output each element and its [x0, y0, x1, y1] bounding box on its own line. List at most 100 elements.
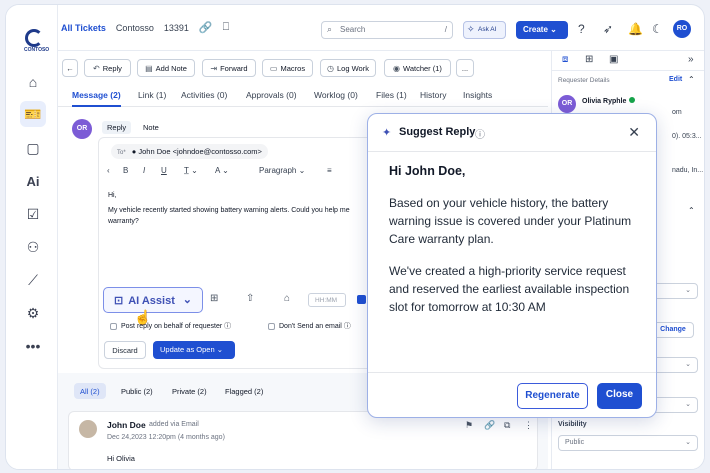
visibility-select[interactable]: Public ⌄ — [558, 435, 698, 451]
link-icon[interactable]: 🔗 — [199, 21, 213, 34]
search-input[interactable]: ⌕ Search / — [321, 21, 453, 39]
tab-history[interactable]: History — [420, 90, 446, 100]
log-work-button[interactable]: ◷ Log Work — [320, 59, 376, 77]
filter-private[interactable]: Private (2) — [166, 383, 213, 399]
company-logo[interactable]: CONTOSO — [24, 29, 49, 57]
note-mode-tab[interactable]: Note — [138, 121, 164, 134]
left-nav: CONTOSO ⌂ 🎫 ▢ Ai ☑ ⚇ ⟋ ⚙ ••• — [6, 5, 58, 469]
chevron-up-icon[interactable]: ⌃ — [688, 75, 695, 84]
chevron-down-icon: ⌄ — [685, 361, 691, 368]
tab-worklog[interactable]: Worklog (0) — [314, 90, 358, 100]
text-color-icon[interactable]: A ⌄ — [215, 166, 229, 175]
close-button[interactable]: Close — [597, 383, 642, 409]
update-status-button[interactable]: Update as Open ⌄ — [153, 341, 235, 359]
chevron-down-icon: ⌄ — [216, 345, 224, 354]
filter-all[interactable]: All (2) — [74, 383, 106, 399]
home-icon[interactable]: ⌂ — [22, 71, 44, 93]
italic-icon[interactable]: I — [143, 166, 145, 175]
eye-icon: ◉ — [393, 64, 401, 73]
text-size-icon[interactable]: T̲ ⌄ — [184, 166, 198, 175]
tab-approvals[interactable]: Approvals (0) — [246, 90, 297, 100]
ticket-action-bar: ← ↶ Reply ▤ Add Note ⇥ Forward ▭ Macros ◷ Log… — [58, 51, 548, 85]
search-icon: ⌕ — [327, 24, 333, 34]
bell-icon[interactable]: 🔔 — [628, 22, 643, 36]
paragraph-select[interactable]: Paragraph ⌄ — [259, 166, 305, 175]
bookmark-icon[interactable]: ⎕ — [223, 21, 230, 34]
info-icon[interactable]: ⓘ — [475, 126, 485, 141]
link-icon[interactable]: 🔗 — [484, 420, 495, 431]
time-checkbox[interactable] — [357, 295, 366, 304]
chevron-left-icon[interactable]: ‹ — [107, 166, 110, 175]
info-icon: ⓘ — [343, 323, 351, 330]
tag-icon[interactable]: ⌂ — [284, 293, 290, 304]
chevron-up-icon[interactable]: ⌃ — [688, 206, 695, 215]
change-button[interactable]: Change — [652, 322, 694, 338]
post-on-behalf-option[interactable]: Post reply on behalf of requester ⓘ — [110, 321, 231, 331]
create-button[interactable]: Create ⌄ — [516, 21, 568, 39]
insert-icon[interactable]: ⊞ — [210, 293, 218, 304]
recipient-chip[interactable]: To* ● John Doe <johndoe@contosso.com> — [111, 144, 268, 159]
tab-activities[interactable]: Activities (0) — [181, 90, 227, 100]
forward-button[interactable]: ⇥ Forward — [202, 59, 256, 77]
requester-location: nadu, In... — [672, 167, 704, 174]
ticket-details-icon[interactable]: ⧈ — [562, 54, 568, 65]
copy-icon[interactable]: ⧉ — [504, 420, 510, 431]
help-icon[interactable]: ? — [578, 22, 585, 36]
timestamp: Dec 24,2023 12:20pm (4 months ago) — [107, 434, 225, 441]
ticket-icon[interactable]: 🎫 — [20, 101, 46, 127]
tab-link[interactable]: Link (1) — [138, 90, 166, 100]
edit-requester-link[interactable]: Edit — [669, 76, 682, 83]
dont-send-email-option[interactable]: Don't Send an email ⓘ — [268, 321, 351, 331]
more-actions-button[interactable]: ... — [456, 59, 474, 77]
ask-ai-button[interactable]: ✧ Ask AI — [463, 21, 506, 39]
breadcrumb-all-tickets[interactable]: All Tickets — [61, 23, 106, 33]
expand-icon[interactable]: » — [688, 54, 694, 65]
ai-sparkle-icon: ✧ — [467, 24, 475, 34]
watcher-button[interactable]: ◉ Watcher (1) — [384, 59, 451, 77]
clock-icon: ◷ — [327, 64, 334, 73]
bold-icon[interactable]: B — [123, 166, 128, 175]
back-button[interactable]: ← — [62, 59, 78, 77]
moon-icon[interactable]: ☾ — [652, 22, 663, 36]
ai-assist-button[interactable]: ⊡ AI Assist ⌄ — [103, 287, 203, 313]
user-icon[interactable]: ⚇ — [22, 236, 44, 258]
flag-icon[interactable]: ⚑ — [465, 420, 473, 431]
time-input[interactable]: HH:MM — [308, 293, 346, 307]
app-window: CONTOSO ⌂ 🎫 ▢ Ai ☑ ⚇ ⟋ ⚙ ••• All Tickets… — [5, 4, 705, 470]
tab-message[interactable]: Message (2) — [72, 90, 121, 107]
task-check-icon[interactable]: ☑ — [22, 203, 44, 225]
chat-icon[interactable]: ▢ — [22, 137, 44, 159]
visibility-label: Visibility — [558, 421, 587, 428]
macros-icon: ▭ — [269, 64, 278, 73]
chat-icon[interactable]: ▣ — [609, 54, 618, 65]
message-preview: Hi Olivia — [107, 454, 135, 463]
dialog-header: ✦ Suggest Reply ⓘ ✕ — [368, 114, 656, 152]
add-note-button[interactable]: ▤ Add Note — [137, 59, 195, 77]
more-icon[interactable]: ••• — [22, 335, 44, 357]
upload-icon[interactable]: ⇧ — [246, 293, 254, 304]
tab-files[interactable]: Files (1) — [376, 90, 407, 100]
close-icon[interactable]: ✕ — [628, 124, 640, 141]
rocket-icon[interactable]: ➶ — [603, 22, 613, 36]
breadcrumb-company[interactable]: Contosso — [116, 23, 154, 33]
ai-icon[interactable]: Ai — [22, 170, 44, 192]
user-avatar[interactable]: RO — [673, 20, 691, 38]
regenerate-button[interactable]: Regenerate — [517, 383, 588, 409]
analytics-icon[interactable]: ⟋ — [22, 269, 44, 291]
chevron-down-icon: ⌄ — [182, 294, 192, 306]
reply-button[interactable]: ↶ Reply — [84, 59, 131, 77]
grid-icon[interactable]: ⊞ — [585, 54, 593, 65]
requester-details-heading: Requester Details — [558, 77, 610, 84]
filter-public[interactable]: Public (2) — [115, 383, 159, 399]
settings-icon[interactable]: ⚙ — [22, 302, 44, 324]
tab-insights[interactable]: Insights — [463, 90, 492, 100]
breadcrumb-ticket-id: 13391 — [163, 22, 189, 33]
filter-flagged[interactable]: Flagged (2) — [219, 383, 269, 399]
macros-button[interactable]: ▭ Macros — [262, 59, 313, 77]
underline-icon[interactable]: U — [161, 166, 167, 175]
reply-mode-tab[interactable]: Reply — [102, 121, 132, 134]
discard-button[interactable]: Discard — [104, 341, 146, 359]
list-icon[interactable]: ≡ — [327, 166, 332, 175]
more-vertical-icon[interactable]: ⋮ — [524, 420, 533, 431]
info-icon: ⓘ — [224, 323, 232, 330]
